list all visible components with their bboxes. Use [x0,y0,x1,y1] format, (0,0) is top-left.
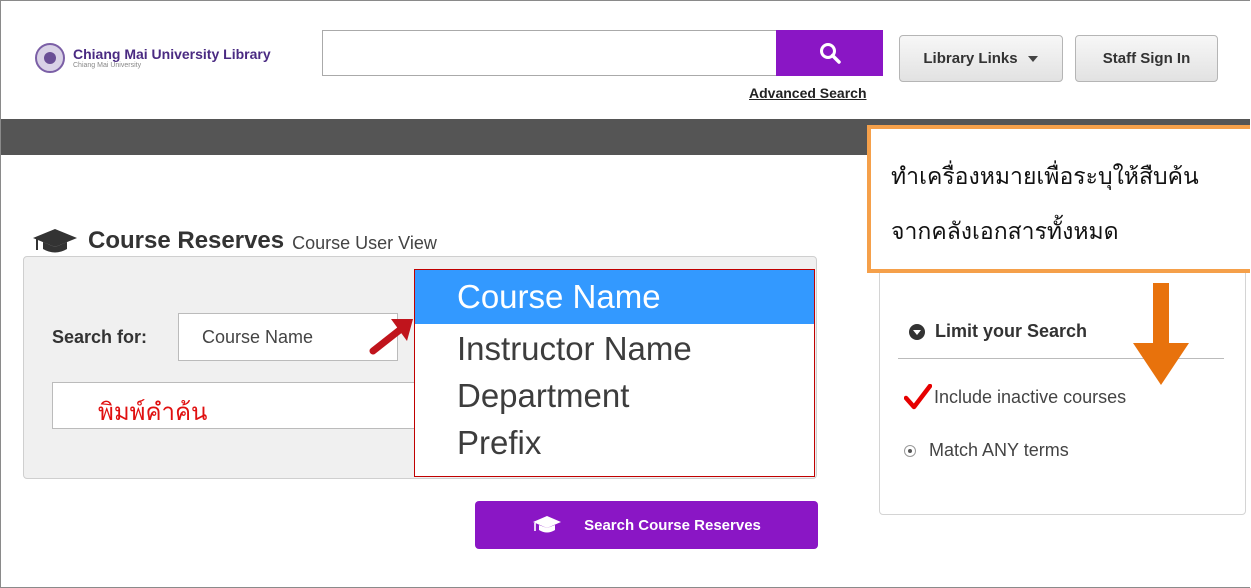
limit-search-label: Limit your Search [935,321,1088,341]
chevron-down-circle-icon [909,323,925,340]
search-icon [819,43,841,64]
page-title: Course Reserves Course User View [32,227,437,255]
advanced-search-link[interactable]: Advanced Search [749,85,867,101]
include-inactive-option[interactable]: Include inactive courses [904,384,1126,410]
graduation-cap-icon [532,515,562,535]
search-course-reserves-label: Search Course Reserves [584,516,761,534]
library-logo[interactable]: Chiang Mai University Library Chiang Mai… [35,43,271,73]
search-for-dropdown[interactable]: Course Name Instructor Name Department P… [414,269,815,477]
pointer-arrow-icon [369,319,413,355]
dropdown-option-instructor-name[interactable]: Instructor Name [415,324,814,371]
search-course-reserves-button[interactable]: Search Course Reserves [475,501,818,549]
search-term-input[interactable]: พิมพ์คำค้น [52,382,432,429]
annotation-arrow-icon [1133,283,1189,385]
page-title-main: Course Reserves [88,227,285,254]
annotation-line-1: ทำเครื่องหมายเพื่อระบุให้สืบค้น [891,164,1199,190]
limit-search-title: Limit your Search [909,321,1087,342]
university-seal-icon [35,43,65,73]
caret-down-icon [1027,55,1038,62]
dropdown-option-course-name[interactable]: Course Name [415,270,814,324]
match-any-option[interactable]: Match ANY terms [904,440,1069,461]
checkmark-icon [904,384,932,410]
dropdown-option-department[interactable]: Department [415,371,814,418]
header-search-input[interactable] [322,30,776,76]
logo-text: Chiang Mai University Library Chiang Mai… [73,45,271,70]
header-search-button[interactable] [776,30,883,76]
search-for-select[interactable]: Course Name [178,313,398,361]
match-any-radio[interactable] [904,444,916,457]
include-inactive-label: Include inactive courses [934,386,1127,407]
dropdown-option-prefix[interactable]: Prefix [415,418,814,465]
graduation-cap-icon [33,229,77,253]
library-links-label: Library Links [923,50,1018,67]
annotation-callout: ทำเครื่องหมายเพื่อระบุให้สืบค้น จากคลังเ… [867,125,1250,273]
annotation-line-2: จากคลังเอกสารทั้งหมด [891,219,1119,245]
page-title-sub: Course User View [292,232,437,253]
logo-subtitle: Chiang Mai University [73,61,142,69]
page-frame: Chiang Mai University Library Chiang Mai… [0,0,1250,588]
library-links-button[interactable]: Library Links [899,35,1063,82]
search-for-label: Search for: [52,327,148,347]
logo-title: Chiang Mai University Library [73,45,271,62]
match-any-label: Match ANY terms [929,440,1069,460]
staff-sign-in-button[interactable]: Staff Sign In [1075,35,1218,82]
